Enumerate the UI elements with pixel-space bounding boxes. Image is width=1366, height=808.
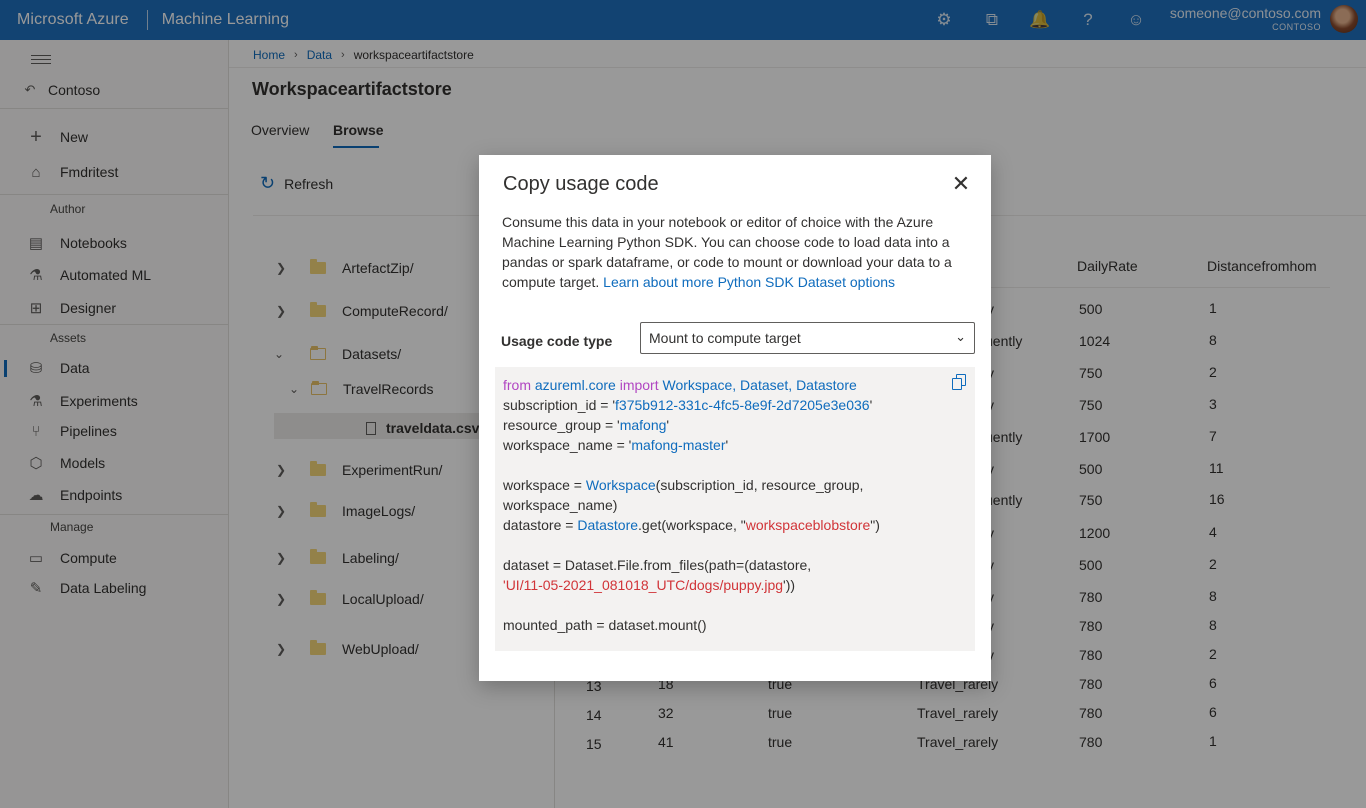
copy-usage-code-dialog: Copy usage code ✕ Consume this data in y… [479, 155, 991, 681]
code-line: mounted_path = dataset.mount() [503, 617, 707, 633]
code-line: subscription_id = 'f375b912-331c-4fc5-8e… [503, 397, 873, 413]
code-line: resource_group = 'mafong' [503, 417, 670, 433]
code-line: workspace_name) [503, 497, 618, 513]
code-line: workspace_name = 'mafong-master' [503, 437, 729, 453]
copy-icon[interactable] [952, 374, 968, 392]
usage-code-type-label: Usage code type [501, 333, 613, 349]
code-line: datastore = Datastore.get(workspace, "wo… [503, 517, 880, 533]
usage-code-type-dropdown[interactable]: Mount to compute target ⌄ [640, 322, 975, 354]
dialog-title: Copy usage code [503, 173, 659, 195]
code-line: from azureml.core import Workspace, Data… [503, 377, 857, 393]
learn-more-link[interactable]: Learn about more Python SDK Dataset opti… [603, 274, 895, 290]
chevron-down-icon: ⌄ [955, 329, 966, 344]
code-block[interactable]: from azureml.core import Workspace, Data… [495, 367, 975, 651]
code-line: workspace = Workspace(subscription_id, r… [503, 477, 864, 493]
close-icon[interactable]: ✕ [949, 172, 973, 196]
dropdown-selected-value: Mount to compute target [649, 330, 801, 346]
code-line: 'UI/11-05-2021_081018_UTC/dogs/puppy.jpg… [503, 577, 796, 593]
dialog-description: Consume this data in your notebook or ed… [502, 212, 972, 292]
code-line: dataset = Dataset.File.from_files(path=(… [503, 557, 812, 573]
